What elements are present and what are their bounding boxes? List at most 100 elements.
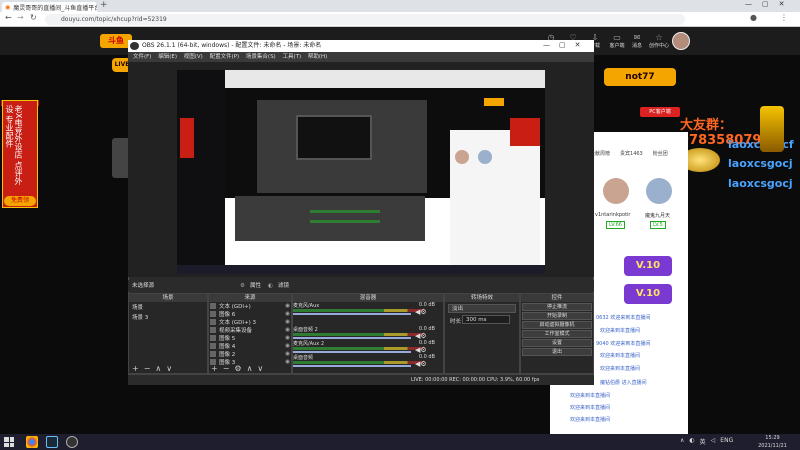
eye-icon[interactable]: ◉ [285, 319, 290, 325]
track-name: 桌面音频 [293, 355, 314, 361]
volume-slider[interactable] [293, 313, 411, 315]
properties-button[interactable]: 属性 [250, 280, 261, 292]
network-icon[interactable]: ◐ [689, 437, 694, 446]
nested-browser-chrome [225, 70, 545, 88]
browser-tab-bar [0, 0, 800, 12]
source-item[interactable]: 图像 5 ◉ [210, 334, 290, 342]
volume-icon[interactable]: ◁ [711, 437, 716, 446]
source-item[interactable]: 文本 (GDI+) ◉ [210, 302, 290, 310]
chevron-up-icon[interactable]: ∧ [680, 437, 684, 446]
source-item[interactable]: 图像 4 ◉ [210, 342, 290, 350]
clock-date: 2021/11/21 [758, 443, 787, 449]
creator-nav[interactable]: ☆ 创作中心 [648, 33, 670, 49]
chat-badge-2: V.10 [624, 284, 672, 304]
taskbar-clock[interactable]: 15:29 2021/11/21 [750, 434, 795, 450]
source-item[interactable]: 视频采集设备 ◉ [210, 326, 290, 334]
tab-fans[interactable]: 粉丝团 [653, 150, 668, 157]
user-avatar[interactable] [672, 32, 690, 50]
speaker-icon[interactable]: ◀⚙ [415, 332, 427, 340]
transition-select[interactable]: 淡出 [448, 304, 516, 313]
tab-vip[interactable]: 贵宾1463 [620, 150, 643, 157]
gear-icon: ⚙ [240, 283, 245, 289]
clock-time: 15:29 [765, 435, 780, 441]
volume-slider[interactable] [293, 337, 411, 339]
volume-slider[interactable] [293, 351, 411, 353]
settings-button[interactable]: 设置 [522, 339, 592, 347]
eye-icon[interactable]: ◉ [285, 359, 290, 365]
steam-taskbar-icon[interactable] [46, 436, 58, 448]
text-icon [210, 319, 216, 325]
back-icon[interactable]: ← [5, 13, 12, 22]
menu-scene-collection[interactable]: 场景集合(S) [246, 54, 276, 60]
track-name: 麦克风/Aux [293, 303, 320, 309]
speaker-icon[interactable]: ◀⚙ [415, 346, 427, 354]
no-source-label: 未选择源 [132, 283, 155, 289]
volume-slider[interactable] [293, 365, 411, 367]
browser-tab-active[interactable]: ◉ 魔灵哥哥的直播间_斗鱼直播平台 ✕ [2, 2, 97, 12]
fan-avatar-2[interactable] [646, 178, 672, 204]
source-controls[interactable]: +−⚙∧∨ [211, 364, 268, 373]
volume-meter [293, 347, 423, 350]
menu-help[interactable]: 帮助(H) [308, 54, 327, 60]
new-tab-button[interactable]: + [100, 0, 108, 10]
reload-icon[interactable]: ↻ [30, 13, 37, 22]
window-controls[interactable]: —▢✕ [745, 0, 794, 8]
fan-level-2: LV.5 [650, 221, 666, 229]
studio-mode-button[interactable]: 工作室模式 [522, 330, 592, 338]
source-item[interactable]: 图像 2 ◉ [210, 350, 290, 358]
client-nav[interactable]: ▭ 客户端 [606, 33, 628, 49]
eye-icon[interactable]: ◉ [285, 343, 290, 349]
chrome-taskbar-icon[interactable] [26, 436, 38, 448]
start-recording-button[interactable]: 开始录制 [522, 312, 592, 320]
menu-view[interactable]: 视图(V) [184, 54, 203, 60]
filter-icon: ◐ [268, 283, 273, 289]
windows-start-icon[interactable] [4, 437, 14, 447]
image-icon [210, 351, 216, 357]
chat-line: 0632 欢迎来到本直播间 [596, 315, 651, 321]
nested-meter [310, 210, 380, 213]
profile-icon[interactable]: ● [750, 13, 757, 22]
scene-item[interactable]: 场景 3 [129, 312, 207, 322]
forward-icon[interactable]: → [17, 13, 24, 22]
eng-label[interactable]: ENG [720, 437, 733, 446]
obs-window-controls[interactable]: —▢✕ [543, 41, 589, 49]
left-ad-badge[interactable]: 免费领 [4, 196, 36, 206]
url-input[interactable]: douyu.com/topic/xhcup?rid=52319 [45, 14, 685, 25]
speaker-icon[interactable]: ◀⚙ [415, 360, 427, 368]
exit-button[interactable]: 退出 [522, 348, 592, 356]
fan-level-1: LV.66 [606, 221, 625, 229]
ime-lang[interactable]: 英 [700, 437, 706, 446]
scene-controls[interactable]: +−∧∨ [132, 364, 177, 373]
stop-streaming-button[interactable]: 停止推流 [522, 303, 592, 311]
star-icon: ☆ [655, 33, 663, 42]
eye-icon[interactable]: ◉ [285, 311, 290, 317]
virtual-camera-button[interactable]: 启动虚拟摄像机 [522, 321, 592, 329]
speaker-icon[interactable]: ◀⚙ [415, 308, 427, 316]
eye-icon[interactable]: ◉ [285, 303, 290, 309]
menu-edit[interactable]: 编辑(E) [158, 54, 177, 60]
nested-obs-preview [296, 115, 372, 160]
scene-item[interactable]: 场景 [129, 302, 207, 312]
pc-client-badge[interactable]: PC客户端 [640, 107, 680, 117]
nested-avatar [455, 150, 469, 164]
chat-line: 欢迎来到本直播间 [600, 353, 641, 359]
eye-icon[interactable]: ◉ [285, 351, 290, 357]
eye-icon[interactable]: ◉ [285, 335, 290, 341]
menu-icon[interactable]: ⋮ [780, 13, 788, 22]
menu-file[interactable]: 文件(F) [133, 54, 151, 60]
image-icon [210, 343, 216, 349]
fan-avatar-1[interactable] [603, 178, 629, 204]
promo-right[interactable]: not77 [604, 68, 676, 86]
obs-taskbar-icon[interactable] [66, 436, 78, 448]
eye-icon[interactable]: ◉ [285, 327, 290, 333]
source-item[interactable]: 图像 6 ◉ [210, 310, 290, 318]
menu-tools[interactable]: 工具(T) [282, 54, 301, 60]
chat-line: 9040 欢迎来到本直播间 [596, 341, 651, 347]
message-nav[interactable]: ✉ 消息 [626, 33, 648, 49]
menu-profile[interactable]: 配置文件(P) [210, 54, 240, 60]
left-ad-banner[interactable]: 老X电竞外设店 点评外设 专业配件 [2, 100, 38, 208]
nested-taskbar [177, 265, 545, 274]
source-item[interactable]: 文本 (GDI+) 3 ◉ [210, 318, 290, 326]
duration-input[interactable]: 300 ms [462, 315, 510, 324]
filters-button[interactable]: 滤镜 [278, 280, 289, 292]
